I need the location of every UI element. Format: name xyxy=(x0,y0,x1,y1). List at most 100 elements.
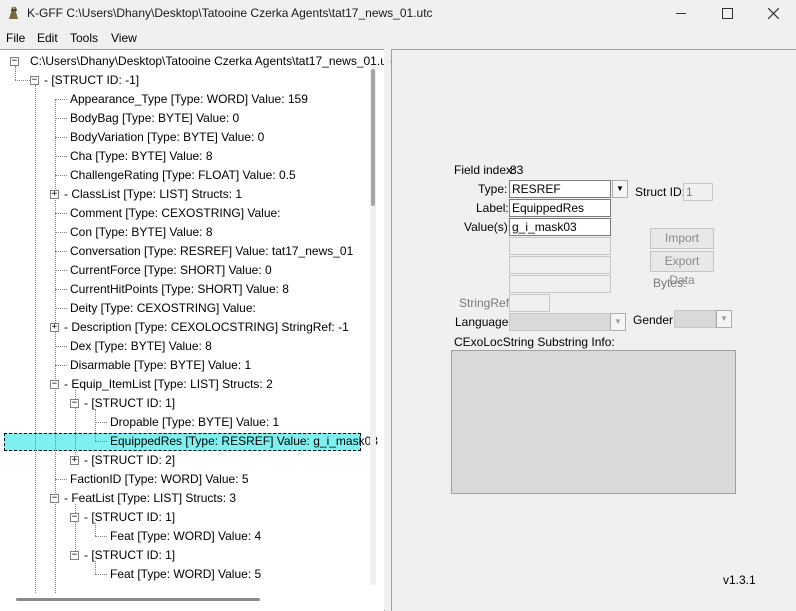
version-label: v1.3.1 xyxy=(723,573,756,587)
tree-connector xyxy=(95,536,107,537)
pane-splitter[interactable] xyxy=(384,49,390,610)
tree-connector xyxy=(35,85,36,593)
substring-info-label: CExoLocString Substring Info: xyxy=(454,335,615,349)
tree-node[interactable]: Conversation [Type: RESREF] Value: tat17… xyxy=(70,243,353,259)
tree-node[interactable]: Feat [Type: WORD] Value: 5 xyxy=(110,566,261,582)
label-label: Label: xyxy=(476,201,509,215)
tree-connector xyxy=(95,409,96,441)
collapse-toggle[interactable]: − xyxy=(50,380,59,389)
maximize-icon xyxy=(721,7,733,19)
tree-node[interactable]: Dex [Type: BYTE] Value: 8 xyxy=(70,338,212,354)
tree-connector xyxy=(55,232,67,233)
tree-node[interactable]: Appearance_Type [Type: WORD] Value: 159 xyxy=(70,91,308,107)
stringref-field xyxy=(509,294,550,312)
tree-node[interactable]: - FeatList [Type: LIST] Structs: 3 xyxy=(64,490,236,506)
field-index-label: Field index: xyxy=(454,163,516,177)
gender-dropdown-button: ▼ xyxy=(716,310,732,328)
tree-horizontal-scroll-thumb[interactable] xyxy=(16,598,260,601)
menu-tools[interactable]: Tools xyxy=(70,31,98,45)
expand-toggle[interactable]: + xyxy=(50,323,59,332)
tree-node[interactable]: Deity [Type: CEXOSTRING] Value: xyxy=(70,300,256,316)
field-index-value: 83 xyxy=(510,163,524,177)
minimize-icon xyxy=(676,12,686,14)
collapse-toggle[interactable]: − xyxy=(10,57,19,66)
tree-node[interactable]: Cha [Type: BYTE] Value: 8 xyxy=(70,148,213,164)
tree-node[interactable]: - [STRUCT ID: -1] xyxy=(44,72,139,88)
tree-node[interactable]: - [STRUCT ID: 1] xyxy=(84,395,175,411)
tree-connector xyxy=(95,441,107,442)
tree-node[interactable]: FactionID [Type: WORD] Value: 5 xyxy=(70,471,249,487)
export-data-button[interactable]: Export Data xyxy=(650,251,714,287)
close-button[interactable] xyxy=(750,0,796,26)
tree-connector xyxy=(55,156,67,157)
tree-node[interactable]: Dropable [Type: BYTE] Value: 1 xyxy=(110,414,279,430)
tree-connector xyxy=(55,118,67,119)
tree-node[interactable]: Comment [Type: CEXOSTRING] Value: xyxy=(70,205,281,221)
collapse-toggle[interactable]: − xyxy=(70,551,79,560)
language-label: Language: xyxy=(455,315,512,329)
expand-toggle[interactable]: + xyxy=(70,456,79,465)
language-dropdown-button: ▼ xyxy=(610,313,626,331)
tree-node[interactable]: Con [Type: BYTE] Value: 8 xyxy=(70,224,213,240)
menu-file[interactable]: File xyxy=(6,31,25,45)
window-title: K-GFF C:\Users\Dhany\Desktop\Tatooine Cz… xyxy=(27,6,433,20)
type-dropdown-button[interactable]: ▼ xyxy=(612,180,628,198)
tree-node[interactable]: BodyBag [Type: BYTE] Value: 0 xyxy=(70,110,239,126)
language-select xyxy=(509,313,611,331)
tree-node[interactable]: Feat [Type: WORD] Value: 4 xyxy=(110,528,261,544)
stringref-label: StringRef: xyxy=(459,296,513,310)
tree-connector xyxy=(55,308,67,309)
tree-node[interactable]: CurrentForce [Type: SHORT] Value: 0 xyxy=(70,262,272,278)
tree-node[interactable]: - [STRUCT ID: 2] xyxy=(84,452,175,468)
tree-node[interactable]: - ClassList [Type: LIST] Structs: 1 xyxy=(64,186,242,202)
tree-connector xyxy=(55,99,67,100)
maximize-button[interactable] xyxy=(704,0,750,26)
collapse-toggle[interactable]: − xyxy=(70,513,79,522)
values-label: Value(s): xyxy=(464,220,512,234)
type-select[interactable]: RESREF xyxy=(509,180,611,198)
menu-view[interactable]: View xyxy=(111,31,137,45)
gender-select xyxy=(674,310,716,328)
close-icon xyxy=(767,7,779,19)
value-field-4 xyxy=(509,275,611,293)
tree-connector xyxy=(55,137,67,138)
tree-root-path[interactable]: C:\Users\Dhany\Desktop\Tatooine Czerka A… xyxy=(30,53,396,69)
tree-connector xyxy=(55,270,67,271)
collapse-toggle[interactable]: − xyxy=(50,494,59,503)
struct-id-label: Struct ID: xyxy=(635,185,686,199)
tree-node[interactable]: - Equip_ItemList [Type: LIST] Structs: 2 xyxy=(64,376,273,392)
tree-node[interactable]: - [STRUCT ID: 1] xyxy=(84,547,175,563)
tree-connector xyxy=(55,213,67,214)
tree-node[interactable]: BodyVariation [Type: BYTE] Value: 0 xyxy=(70,129,264,145)
import-data-button[interactable]: Import Data xyxy=(650,228,714,264)
expand-toggle[interactable]: + xyxy=(50,190,59,199)
label-field[interactable]: EquippedRes xyxy=(509,199,611,217)
tree-node[interactable]: - Description [Type: CEXOLOCSTRING] Stri… xyxy=(64,319,349,335)
substring-info-list xyxy=(451,350,736,494)
menu-bar: File Edit Tools View xyxy=(0,28,796,47)
tree-connector xyxy=(55,365,67,366)
minimize-button[interactable] xyxy=(658,0,704,26)
collapse-toggle[interactable]: − xyxy=(30,76,39,85)
collapse-toggle[interactable]: − xyxy=(70,399,79,408)
menu-edit[interactable]: Edit xyxy=(37,31,58,45)
type-label: Type: xyxy=(478,182,508,196)
tree-connector xyxy=(55,289,67,290)
bytes-label: Bytes: xyxy=(653,276,687,290)
tree-node[interactable]: CurrentHitPoints [Type: SHORT] Value: 8 xyxy=(70,281,289,297)
tree-connector xyxy=(95,574,107,575)
tree-node[interactable]: - [STRUCT ID: 1] xyxy=(84,509,175,525)
value-field-1[interactable]: g_i_mask03 xyxy=(509,218,611,236)
tree-node[interactable]: ChallengeRating [Type: FLOAT] Value: 0.5 xyxy=(70,167,296,183)
tree-connector xyxy=(55,251,67,252)
struct-id-field: 1 xyxy=(683,183,713,201)
tree-vertical-scroll-thumb[interactable] xyxy=(371,69,375,206)
chevron-down-icon: ▼ xyxy=(720,314,728,323)
tree-node[interactable]: Disarmable [Type: BYTE] Value: 1 xyxy=(70,357,251,373)
value-field-2 xyxy=(509,237,611,255)
title-bar: K-GFF C:\Users\Dhany\Desktop\Tatooine Cz… xyxy=(0,0,796,26)
tree-node-selected[interactable]: EquippedRes [Type: RESREF] Value: g_i_ma… xyxy=(110,433,378,449)
gender-label: Gender: xyxy=(633,313,677,327)
tree-connector xyxy=(95,422,107,423)
tree-connector xyxy=(55,346,67,347)
